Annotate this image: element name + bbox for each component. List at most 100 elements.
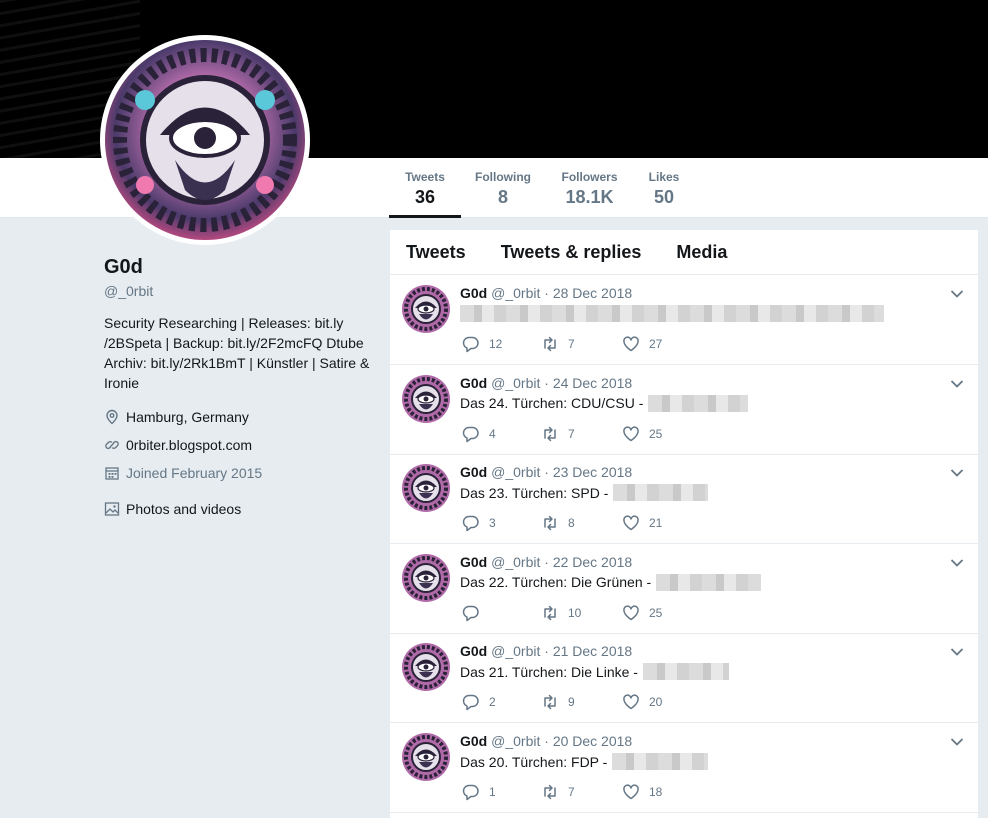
like-button[interactable]: 20 <box>622 693 662 711</box>
reply-count: 12 <box>489 337 503 351</box>
profile-location-text: Hamburg, Germany <box>126 409 249 425</box>
nav-tweets[interactable]: Tweets 36 <box>389 158 461 218</box>
nav-following[interactable]: Following 8 <box>468 158 538 218</box>
tweet-actions: 1 7 18 <box>462 783 722 803</box>
tweet-avatar[interactable] <box>402 374 450 423</box>
retweet-button[interactable]: 7 <box>541 783 575 801</box>
chevron-down-icon[interactable] <box>950 379 964 389</box>
chevron-down-icon[interactable] <box>950 737 964 747</box>
tweet-date[interactable]: 21 Dec 2018 <box>553 643 632 659</box>
chevron-down-icon[interactable] <box>950 289 964 299</box>
reply-count: 1 <box>489 785 496 799</box>
tweet[interactable]: G0d @_0rbit · 21 Dec 2018 Das 21. Türche… <box>390 633 978 724</box>
chevron-down-icon[interactable] <box>950 558 964 568</box>
reply-button[interactable]: 2 <box>462 693 496 711</box>
reply-button[interactable]: 1 <box>462 783 496 801</box>
tweet-separator: · <box>544 733 549 749</box>
reply-icon <box>462 336 479 353</box>
photos-and-videos-link[interactable]: Photos and videos <box>104 499 374 519</box>
retweet-count: 7 <box>568 785 575 799</box>
retweet-count: 7 <box>568 426 575 441</box>
tweet-author-name[interactable]: G0d <box>460 554 487 570</box>
like-button[interactable]: 18 <box>622 783 662 801</box>
tweet[interactable]: G0d @_0rbit · 23 Dec 2018 Das 23. Türche… <box>390 454 978 545</box>
tweet-separator: · <box>544 643 549 660</box>
profile-handle[interactable]: @_0rbit <box>104 283 374 299</box>
tweet-date[interactable]: 28 Dec 2018 <box>553 285 632 301</box>
profile-name[interactable]: G0d <box>104 256 374 279</box>
profile-avatar[interactable] <box>100 35 310 245</box>
tweet-date[interactable]: 22 Dec 2018 <box>553 554 632 570</box>
reply-button[interactable]: 3 <box>462 514 496 532</box>
like-button[interactable]: 25 <box>622 604 662 622</box>
nav-following-count: 8 <box>497 187 508 207</box>
retweet-button[interactable]: 7 <box>541 335 575 353</box>
tweet-date[interactable]: 23 Dec 2018 <box>553 464 632 480</box>
tweet-actions: 4 7 25 <box>462 425 722 445</box>
tweet-text <box>460 305 884 322</box>
tweet-author-name[interactable]: G0d <box>460 643 487 659</box>
like-button[interactable]: 25 <box>622 425 662 443</box>
tweet-text: Das 22. Türchen: Die Grünen - <box>460 573 762 591</box>
redacted-link <box>613 484 709 502</box>
tweet-author-name[interactable]: G0d <box>460 733 487 749</box>
retweet-button[interactable]: 10 <box>541 604 581 622</box>
reply-button[interactable]: 12 <box>462 335 502 353</box>
retweet-button[interactable]: 7 <box>541 425 575 443</box>
tab-tweets-replies[interactable]: Tweets & replies <box>501 242 642 263</box>
profile-website-link[interactable]: 0rbiter.blogspot.com <box>126 437 252 453</box>
tweet-date[interactable]: 20 Dec 2018 <box>553 733 632 749</box>
retweet-button[interactable]: 9 <box>541 693 575 711</box>
heart-icon <box>623 784 639 800</box>
tweet-author-handle[interactable]: @_0rbit <box>491 464 540 480</box>
photos-and-videos-label[interactable]: Photos and videos <box>126 501 241 517</box>
redacted-link <box>460 305 884 322</box>
like-button[interactable]: 27 <box>622 335 662 353</box>
tweet-avatar[interactable] <box>402 643 450 692</box>
tweet-author-name[interactable]: G0d <box>460 375 487 391</box>
retweet-button[interactable]: 8 <box>541 514 575 532</box>
tweet[interactable]: G0d @_0rbit · 28 Dec 2018 12 7 27 <box>390 275 978 365</box>
like-button[interactable]: 21 <box>622 514 662 532</box>
retweet-icon <box>544 784 556 800</box>
nav-followers[interactable]: Followers 18.1K <box>552 158 627 218</box>
retweet-icon <box>544 695 556 710</box>
reply-button[interactable] <box>462 604 489 622</box>
tweet-author-handle[interactable]: @_0rbit <box>491 733 540 749</box>
tab-tweets[interactable]: Tweets <box>406 242 466 263</box>
heart-icon <box>623 336 639 352</box>
tweet-author-handle[interactable]: @_0rbit <box>491 285 540 301</box>
like-count: 25 <box>649 426 663 441</box>
tweet-author-handle[interactable]: @_0rbit <box>491 375 540 391</box>
tab-media[interactable]: Media <box>676 242 727 263</box>
tweet-author-name[interactable]: G0d <box>460 285 487 301</box>
tweet-avatar[interactable] <box>402 733 450 781</box>
tweet[interactable]: G0d @_0rbit · 22 Dec 2018 Das 22. Türche… <box>390 544 978 634</box>
tweet-text: Das 20. Türchen: FDP - <box>460 753 709 770</box>
profile-website[interactable]: 0rbiter.blogspot.com <box>104 435 374 455</box>
tweet-text-content: Das 23. Türchen: SPD - <box>460 484 609 501</box>
tweet-author-handle[interactable]: @_0rbit <box>491 554 540 570</box>
nav-likes[interactable]: Likes 50 <box>641 158 687 218</box>
profile-joined-text: Joined February 2015 <box>126 465 263 481</box>
heart-icon <box>623 605 639 621</box>
like-count: 18 <box>649 785 663 799</box>
reply-count: 2 <box>489 695 496 710</box>
image-icon <box>104 502 120 516</box>
tweet[interactable]: G0d @_0rbit · 20 Dec 2018 Das 20. Türche… <box>390 723 978 813</box>
tweet-avatar[interactable] <box>402 285 450 333</box>
reply-button[interactable]: 4 <box>462 425 496 443</box>
tweet-author-handle[interactable]: @_0rbit <box>491 643 540 659</box>
chevron-down-icon[interactable] <box>950 647 964 657</box>
redacted-link <box>612 753 709 770</box>
tweet-author-name[interactable]: G0d <box>460 464 487 480</box>
tweet-date[interactable]: 24 Dec 2018 <box>553 375 632 391</box>
tweet-avatar[interactable] <box>402 464 450 513</box>
chevron-down-icon[interactable] <box>950 468 964 478</box>
retweet-icon <box>544 605 556 621</box>
tweet-avatar[interactable] <box>402 553 450 602</box>
redacted-link <box>648 394 749 412</box>
tweet[interactable]: G0d @_0rbit · 24 Dec 2018 Das 24. Türche… <box>390 365 978 455</box>
tweet-text: Das 24. Türchen: CDU/CSU - <box>460 394 749 412</box>
profile-joined: Joined February 2015 <box>104 463 374 483</box>
